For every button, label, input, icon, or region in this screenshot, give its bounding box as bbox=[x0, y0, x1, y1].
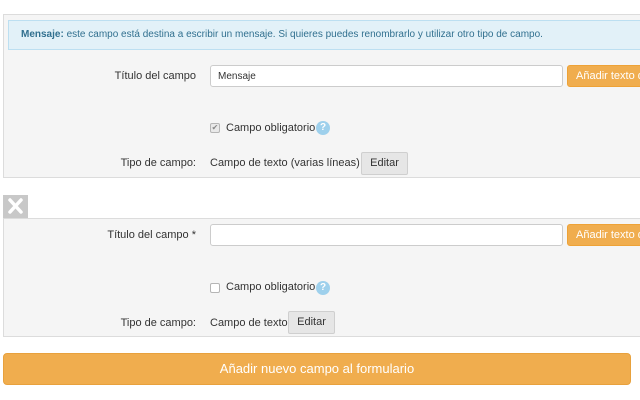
add-text-button[interactable]: Añadir texto d bbox=[567, 65, 640, 87]
info-alert-text: este campo está destina a escribir un me… bbox=[66, 29, 543, 40]
help-icon[interactable]: ? bbox=[316, 281, 330, 295]
checkmark-icon: ✔ bbox=[211, 123, 219, 132]
field-type-label: Tipo de campo: bbox=[120, 317, 196, 329]
required-checkbox[interactable]: ✔ bbox=[210, 123, 220, 133]
required-checkbox[interactable] bbox=[210, 283, 220, 293]
required-checkbox-label: Campo obligatorio bbox=[226, 281, 316, 293]
form-field-panel-message: Mensaje: este campo está destina a escri… bbox=[3, 14, 640, 178]
close-icon bbox=[8, 198, 23, 214]
field-title-input[interactable] bbox=[210, 65, 563, 87]
required-checkbox-label: Campo obligatorio bbox=[226, 122, 316, 134]
field-title-label: Título del campo bbox=[114, 70, 196, 82]
field-type-value: Campo de texto bbox=[210, 317, 288, 329]
add-text-button[interactable]: Añadir texto d bbox=[567, 224, 640, 246]
info-alert: Mensaje: este campo está destina a escri… bbox=[8, 20, 640, 50]
field-title-label: Título del campo * bbox=[107, 229, 196, 241]
edit-field-type-button[interactable]: Editar bbox=[288, 311, 335, 334]
field-type-label: Tipo de campo: bbox=[120, 157, 196, 169]
remove-field-button[interactable] bbox=[3, 195, 28, 218]
field-title-input[interactable] bbox=[210, 224, 563, 246]
add-new-field-button[interactable]: Añadir nuevo campo al formulario bbox=[3, 353, 631, 385]
help-icon[interactable]: ? bbox=[316, 121, 330, 135]
info-alert-label: Mensaje: bbox=[21, 29, 64, 40]
form-field-panel-new: Título del campo * Añadir texto d Campo … bbox=[3, 218, 640, 337]
edit-field-type-button[interactable]: Editar bbox=[361, 152, 408, 175]
field-type-value: Campo de texto (varias líneas) bbox=[210, 157, 360, 169]
